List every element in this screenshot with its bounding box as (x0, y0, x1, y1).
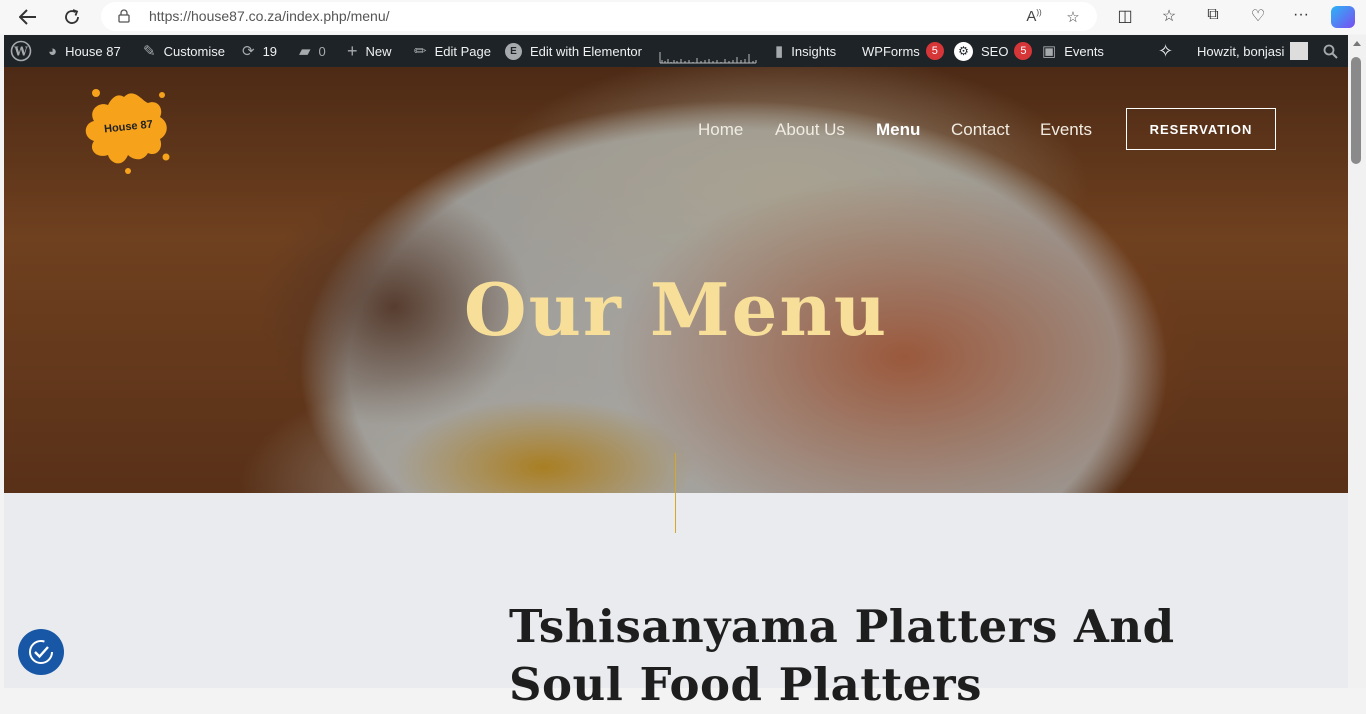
seo-link[interactable]: ⚙ SEO 5 (954, 35, 1033, 67)
copilot-icon[interactable] (1331, 6, 1355, 28)
brush-icon: ✎ (143, 43, 156, 60)
updates-count: 19 (262, 43, 278, 59)
site-name: House 87 (65, 43, 121, 59)
new-label: New (365, 43, 392, 59)
pencil-icon: ✏ (414, 43, 427, 60)
hero-section: House 87 Home About Us Menu Contact Even… (4, 67, 1348, 493)
site-logo[interactable]: House 87 (76, 83, 172, 175)
customise-label: Customise (163, 43, 225, 59)
more-menu-icon[interactable]: ··· (1290, 6, 1312, 28)
lock-icon (118, 9, 130, 23)
avatar (1290, 42, 1309, 60)
wpforms-label: WPForms (862, 43, 920, 59)
page-scrollbar[interactable] (1348, 35, 1366, 688)
nav-contact[interactable]: Contact (951, 120, 1010, 140)
elementor-icon: E (505, 42, 522, 60)
reservation-button[interactable]: RESERVATION (1126, 108, 1276, 150)
svg-text:W: W (13, 45, 28, 59)
search-icon (1323, 44, 1338, 59)
insights-link[interactable]: ▮ Insights (775, 35, 836, 67)
comments-link[interactable]: ▰ 0 (299, 35, 326, 67)
events-link[interactable]: ▣ Events (1042, 35, 1104, 67)
edit-page-link[interactable]: ✏ Edit Page (414, 35, 491, 67)
nav-menu[interactable]: Menu (876, 120, 920, 140)
accessibility-button[interactable] (18, 629, 64, 675)
edit-page-label: Edit Page (434, 43, 491, 59)
refresh-button[interactable] (59, 5, 85, 29)
edit-elementor-link[interactable]: E Edit with Elementor (505, 35, 642, 67)
accessibility-check-icon (29, 640, 53, 664)
browser-essentials-icon[interactable]: ♡ (1247, 6, 1269, 28)
insights-label: Insights (791, 43, 837, 59)
seo-badge: 5 (1014, 42, 1033, 60)
comment-icon: ▰ (299, 43, 311, 60)
nav-about-us[interactable]: About Us (775, 120, 845, 140)
stats-sparkline (659, 52, 757, 64)
events-label: Events (1064, 43, 1104, 59)
scroll-up-arrow-icon[interactable] (1353, 41, 1361, 46)
sparkle-icon: ✧ (1158, 40, 1174, 61)
wpforms-badge: 5 (925, 42, 944, 60)
wordpress-icon: W (10, 40, 32, 62)
scroll-thumb[interactable] (1351, 57, 1361, 164)
wpforms-link[interactable]: WPForms 5 (862, 35, 944, 67)
edit-elementor-label: Edit with Elementor (530, 43, 642, 59)
updates-link[interactable]: ⟳ 19 (242, 35, 277, 67)
back-arrow-icon (19, 9, 36, 25)
bar-chart-icon: ▮ (775, 43, 784, 60)
read-aloud-icon[interactable]: A)) (1024, 8, 1044, 28)
refresh-icon (65, 9, 79, 24)
wordpress-logo-button[interactable]: W (10, 35, 32, 67)
updates-icon: ⟳ (242, 43, 255, 60)
dashboard-icon: ◕ (48, 42, 58, 60)
back-button[interactable] (15, 5, 41, 29)
split-screen-icon[interactable]: ◫ (1114, 6, 1136, 28)
seo-gear-icon: ⚙ (954, 41, 973, 61)
customise-link[interactable]: ✎ Customise (143, 35, 225, 67)
site-name-link[interactable]: ◕ House 87 (48, 35, 121, 67)
account-menu[interactable]: Howzit, bonjasi (1197, 35, 1309, 67)
page-title: Our Menu (463, 267, 889, 352)
browser-toolbar: https://house87.co.za/index.php/menu/ A)… (0, 0, 1366, 34)
ai-sparkle-button[interactable]: ✧ (1158, 35, 1173, 67)
new-content-link[interactable]: + New (347, 35, 392, 67)
favorite-star-icon[interactable]: ☆ (1063, 8, 1083, 28)
favorites-icon[interactable]: ☆ (1158, 6, 1180, 28)
admin-search-button[interactable] (1323, 35, 1338, 67)
url-text: https://house87.co.za/index.php/menu/ (149, 8, 390, 24)
plus-icon: + (347, 40, 358, 61)
seo-label: SEO (981, 43, 1009, 59)
vertical-divider (675, 453, 676, 533)
calendar-icon: ▣ (1042, 43, 1057, 60)
comments-count: 0 (318, 43, 326, 59)
section-heading: Tshisanyama Platters And Soul Food Platt… (509, 600, 1175, 711)
nav-home[interactable]: Home (698, 120, 743, 140)
menu-content-section: Tshisanyama Platters And Soul Food Platt… (4, 453, 1348, 711)
collections-icon[interactable]: ⧉ (1202, 6, 1224, 28)
address-bar[interactable]: https://house87.co.za/index.php/menu/ A)… (101, 2, 1097, 31)
greeting-text: Howzit, bonjasi (1197, 43, 1285, 59)
nav-events[interactable]: Events (1040, 120, 1092, 140)
